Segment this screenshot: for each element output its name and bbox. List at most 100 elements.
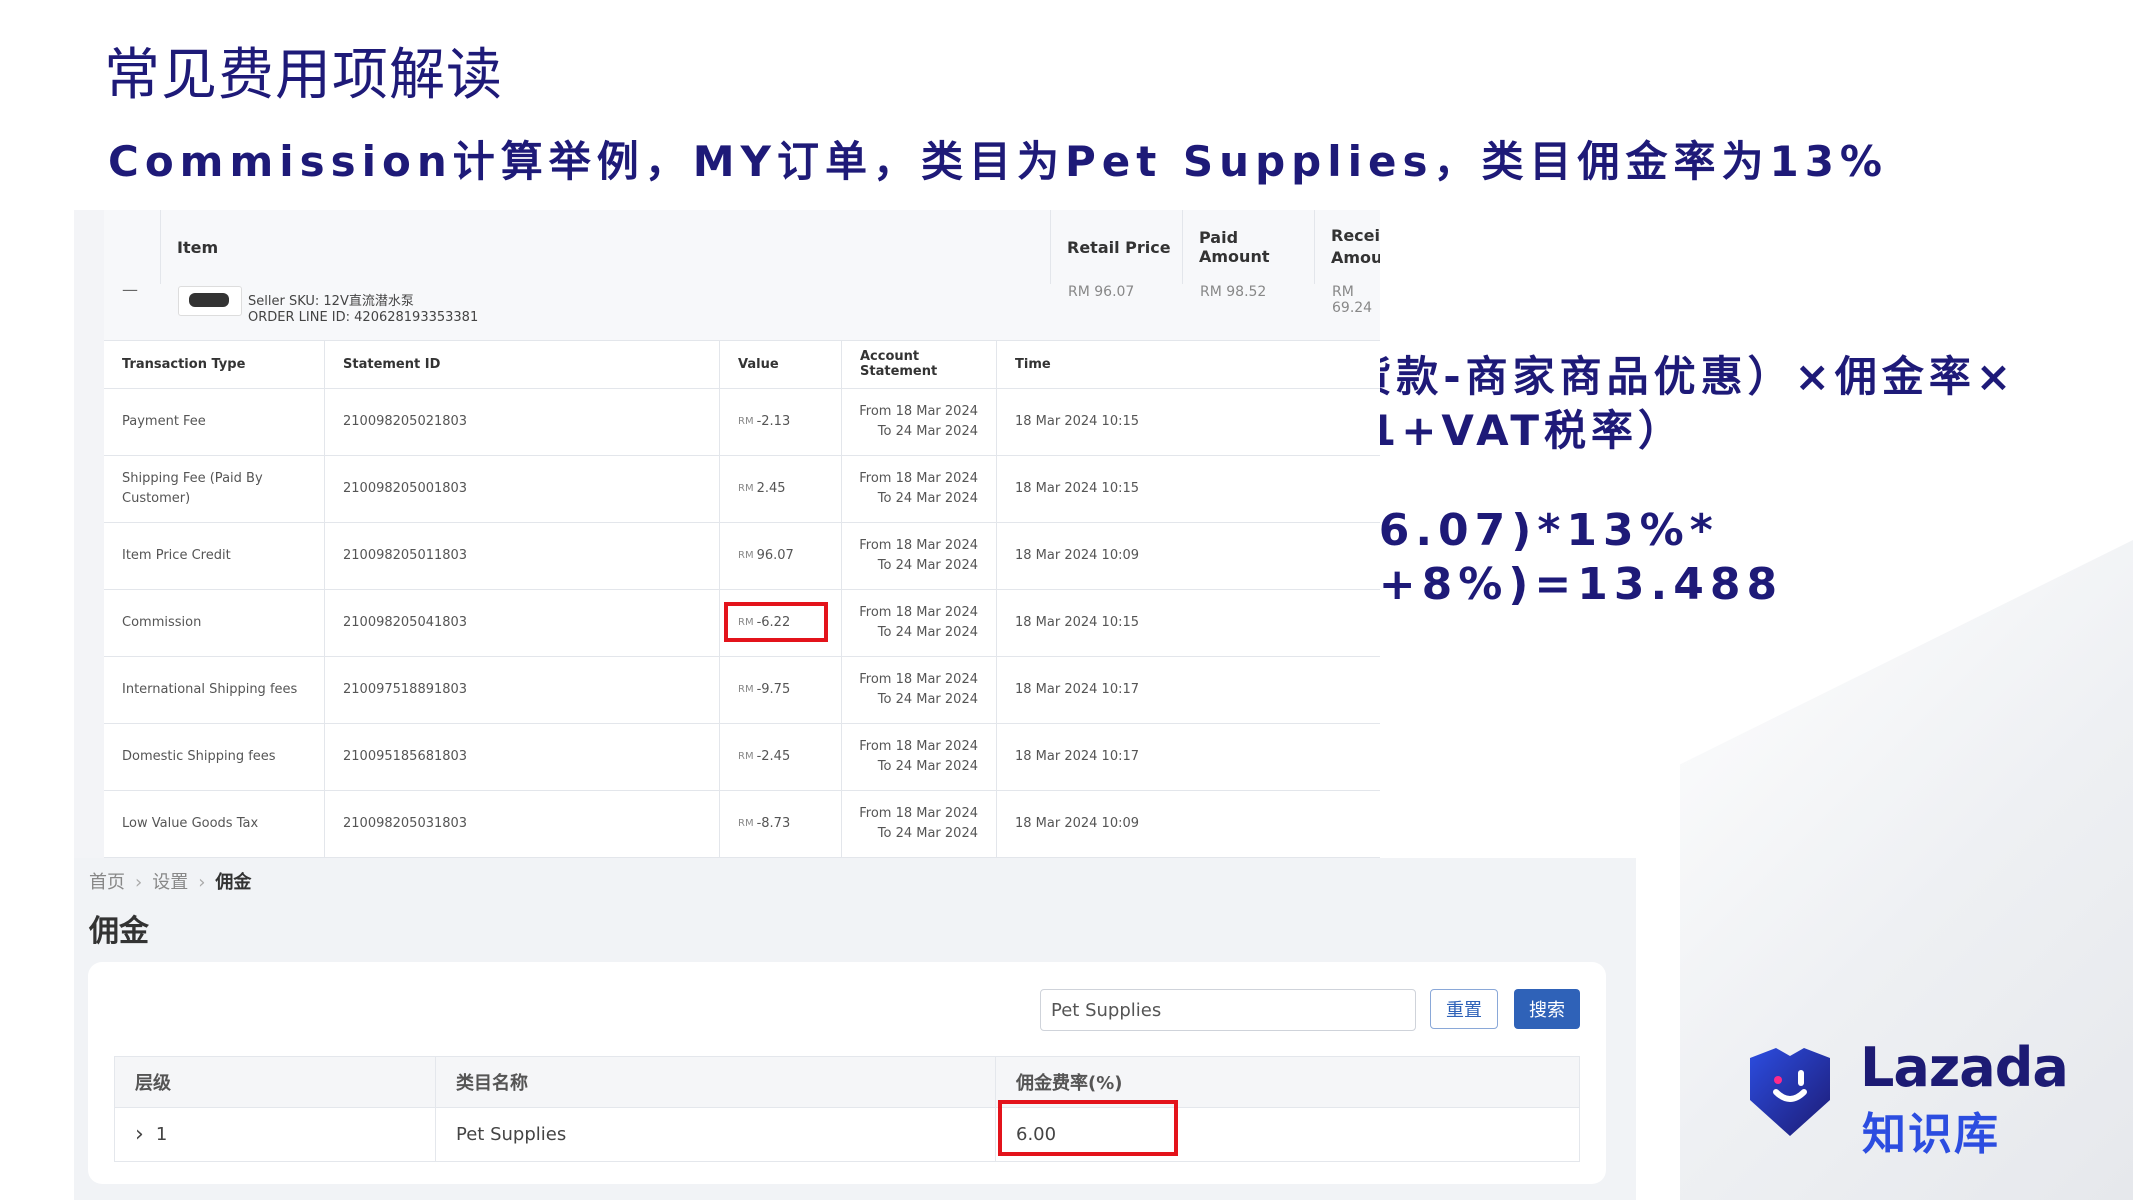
transaction-row: Low Value Goods Tax 210098205031803 RM -8.7…	[104, 790, 1380, 858]
account-statement[interactable]: From 18 Mar 2024 To 24 Mar 2024	[841, 656, 996, 723]
commission-settings-screenshot: 首页 › 设置 › 佣金 佣金 重置 搜索 层级 类目名称 佣金费率(%) › 1 Pe…	[74, 858, 1636, 1200]
transaction-row: Payment Fee 210098205021803 RM -2.13 From 18…	[104, 388, 1380, 456]
slide-title: 常见费用项解读	[104, 43, 503, 108]
expand-column-header	[104, 210, 160, 284]
breadcrumb-separator: ›	[135, 872, 143, 893]
search-button[interactable]: 搜索	[1514, 989, 1580, 1029]
transaction-type: International Shipping fees	[122, 682, 298, 697]
lazada-heart-icon	[1750, 1048, 1830, 1136]
statement-to: To 24 Mar 2024	[877, 758, 978, 774]
expand-chevron-icon[interactable]: ›	[135, 1122, 144, 1147]
currency-label: RM	[738, 818, 754, 829]
statement-from: From 18 Mar 2024	[859, 537, 978, 553]
category-header: 类目名称	[435, 1057, 995, 1107]
transaction-value: RM -2.45	[719, 723, 841, 790]
transaction-type-header: Transaction Type	[122, 356, 246, 372]
order-transactions-screenshot: Item Retail Price Paid Amount Received A…	[74, 210, 1380, 858]
item-column-header: Item	[160, 210, 1050, 284]
transaction-time: 18 Mar 2024 10:09	[996, 522, 1296, 589]
transaction-value: RM -2.13	[719, 388, 841, 455]
transaction-value: RM -9.75	[719, 656, 841, 723]
account-statement[interactable]: From 18 Mar 2024 To 24 Mar 2024	[841, 723, 996, 790]
transaction-row: International Shipping fees 2100975188918…	[104, 656, 1380, 724]
transaction-type: Item Price Credit	[122, 548, 231, 563]
transaction-value: RM 96.07	[719, 522, 841, 589]
account-statement[interactable]: From 18 Mar 2024 To 24 Mar 2024	[841, 455, 996, 522]
breadcrumb-settings[interactable]: 设置	[152, 872, 188, 893]
retail-price-value: RM 96.07	[1068, 284, 1135, 300]
transaction-time: 18 Mar 2024 10:17	[996, 723, 1296, 790]
transaction-table-header: Transaction Type Statement ID Value Acco…	[104, 340, 1380, 389]
value-amount: -2.13	[756, 414, 791, 429]
account-statement[interactable]: From 18 Mar 2024 To 24 Mar 2024	[841, 388, 996, 455]
level-value: 1	[155, 1124, 168, 1145]
paid-amount-value: RM 98.52	[1200, 284, 1267, 300]
statement-id: 210098205011803	[324, 522, 686, 589]
category-search-input[interactable]	[1040, 989, 1416, 1031]
statement-to: To 24 Mar 2024	[877, 423, 978, 439]
currency-label: RM	[738, 416, 754, 427]
statement-id: 210098205021803	[324, 388, 686, 455]
transaction-type-cell: Low Value Goods Tax	[122, 790, 322, 857]
account-statement[interactable]: From 18 Mar 2024 To 24 Mar 2024	[841, 522, 996, 589]
statement-from: From 18 Mar 2024	[859, 470, 978, 486]
statement-from: From 18 Mar 2024	[859, 671, 978, 687]
transaction-type-cell: Domestic Shipping fees	[122, 723, 322, 790]
value-header: Value	[719, 340, 841, 388]
currency-label: RM	[738, 550, 754, 561]
time-header: Time	[996, 340, 1296, 388]
transaction-value: RM -8.73	[719, 790, 841, 857]
transaction-type: Domestic Shipping fees	[122, 749, 276, 764]
breadcrumb-current: 佣金	[215, 872, 252, 893]
value-amount: 96.07	[756, 548, 794, 563]
statement-from: From 18 Mar 2024	[859, 738, 978, 754]
transaction-row: Item Price Credit 210098205011803 RM 96.07 F…	[104, 522, 1380, 590]
value-amount: -9.75	[756, 682, 791, 697]
account-statement[interactable]: From 18 Mar 2024 To 24 Mar 2024	[841, 589, 996, 656]
statement-to: To 24 Mar 2024	[877, 557, 978, 573]
pump-image-icon	[189, 293, 229, 307]
statement-to: To 24 Mar 2024	[877, 624, 978, 640]
breadcrumb-home[interactable]: 首页	[89, 872, 125, 893]
currency-label: RM	[738, 483, 754, 494]
transaction-type-cell: Item Price Credit	[122, 522, 322, 589]
commission-card: 重置 搜索 层级 类目名称 佣金费率(%) › 1 Pet Supplies 6…	[88, 962, 1606, 1184]
collapse-icon[interactable]: —	[122, 280, 138, 299]
transaction-type-cell: Commission	[122, 589, 322, 656]
lazada-logo-text: Lazada	[1860, 1036, 2069, 1099]
statement-id-header: Statement ID	[324, 340, 686, 388]
transaction-type: Shipping Fee (Paid By	[122, 470, 263, 486]
received-amount-header-line2: Amount	[1331, 248, 1380, 267]
transaction-row: Shipping Fee (Paid By Customer) 2100982050…	[104, 455, 1380, 523]
received-amount-header-line1: Received	[1331, 226, 1380, 245]
commission-table-header: 层级 类目名称 佣金费率(%)	[114, 1056, 1580, 1108]
commission-table-row: › 1 Pet Supplies 6.00	[114, 1108, 1580, 1162]
statement-id: 210097518891803	[324, 656, 686, 723]
transaction-time: 18 Mar 2024 10:09	[996, 790, 1296, 857]
received-amount-value: RM 69.24	[1332, 284, 1373, 316]
transaction-time: 18 Mar 2024 10:15	[996, 388, 1296, 455]
value-amount: 2.45	[756, 481, 786, 496]
lazada-logo-subtitle: 知识库	[1862, 1109, 2000, 1160]
order-detail-panel: Item Retail Price Paid Amount Received A…	[104, 210, 1380, 858]
level-cell: › 1	[115, 1108, 435, 1161]
received-amount-header: Received Amount	[1314, 210, 1380, 284]
transaction-type-cont: Customer)	[122, 490, 191, 506]
transaction-type: Low Value Goods Tax	[122, 816, 259, 831]
transaction-type-cell: Shipping Fee (Paid By Customer)	[122, 455, 322, 522]
account-statement[interactable]: From 18 Mar 2024 To 24 Mar 2024	[841, 790, 996, 857]
currency-label: RM	[738, 751, 754, 762]
level-header: 层级	[135, 1073, 171, 1094]
statement-from: From 18 Mar 2024	[859, 403, 978, 419]
category-cell: Pet Supplies	[435, 1108, 995, 1161]
statement-from: From 18 Mar 2024	[859, 805, 978, 821]
currency-label: RM	[738, 684, 754, 695]
page-title: 佣金	[89, 914, 149, 949]
reset-button[interactable]: 重置	[1430, 989, 1498, 1029]
transaction-time: 18 Mar 2024 10:15	[996, 455, 1296, 522]
retail-price-header: Retail Price	[1050, 210, 1182, 284]
transaction-type-cell: International Shipping fees	[122, 656, 322, 723]
slide-subtitle: Commission计算举例，MY订单，类目为Pet Supplies，类目佣金…	[108, 137, 1889, 186]
value-amount: -2.45	[756, 749, 791, 764]
transaction-row: Domestic Shipping fees 210095185681803 RM -…	[104, 723, 1380, 791]
